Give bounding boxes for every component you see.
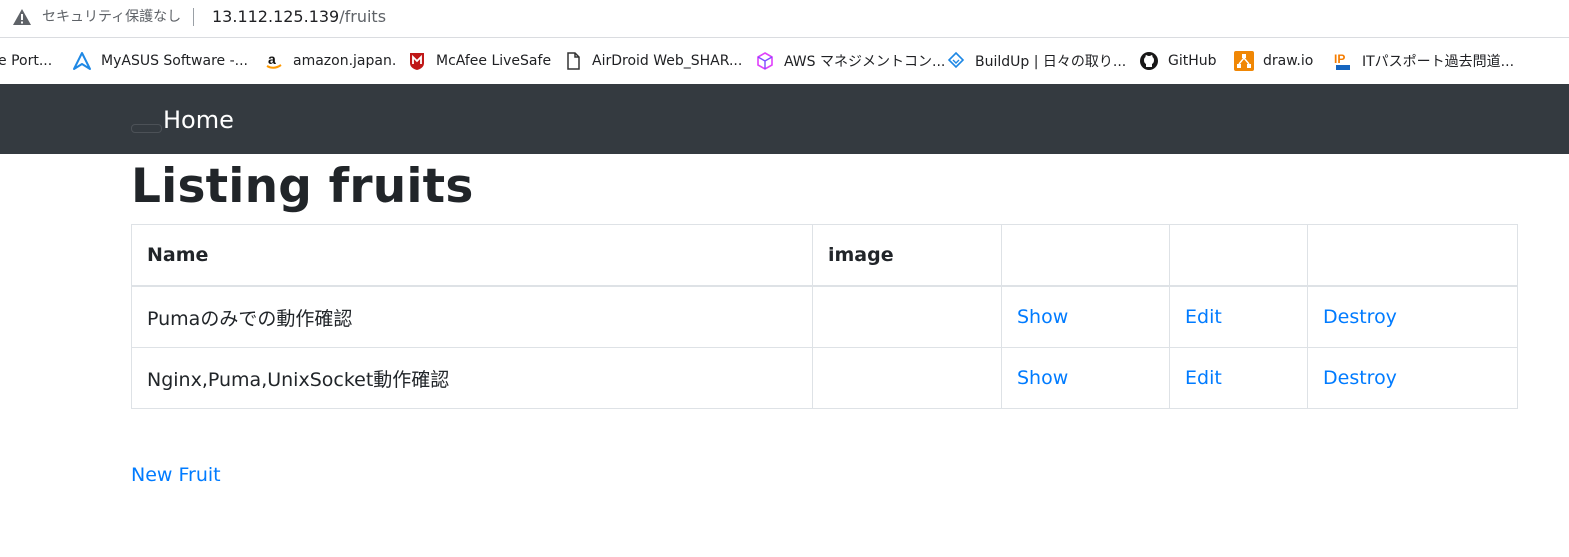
bookmarks-bar: e Port... MyASUS Software -... a amazon.… <box>0 38 1569 84</box>
url-host: 13.112.125.139 <box>212 7 340 26</box>
cell-name: Nginx,Puma,UnixSocket動作確認 <box>131 347 813 409</box>
ip-com-icon: IP <box>1333 51 1353 71</box>
table-row: Pumaのみでの動作確認 Show Edit Destroy <box>131 285 1518 348</box>
security-label[interactable]: セキュリティ保護なし <box>42 7 181 27</box>
bookmark-label: MyASUS Software -... <box>101 53 248 69</box>
svg-text:a: a <box>268 51 276 67</box>
fruits-table: Name image Pumaのみでの動作確認 Show Edit Destro… <box>131 224 1518 409</box>
bookmark-label: amazon.japan. <box>293 53 397 69</box>
cell-edit: Edit <box>1169 285 1308 348</box>
url-text[interactable]: 13.112.125.139/fruits <box>212 6 386 28</box>
destroy-link[interactable]: Destroy <box>1323 306 1397 328</box>
home-link[interactable]: Home <box>163 105 234 135</box>
bookmark-label: McAfee LiveSafe <box>436 53 552 69</box>
header-destroy <box>1307 224 1518 287</box>
page-icon <box>563 51 583 71</box>
page-title: Listing fruits <box>131 159 474 214</box>
header-image: image <box>812 224 1002 287</box>
cell-edit: Edit <box>1169 347 1308 409</box>
show-link[interactable]: Show <box>1017 306 1068 328</box>
table-header-row: Name image <box>131 224 1518 287</box>
github-icon <box>1139 51 1159 71</box>
bookmark-label: e Port... <box>0 53 53 69</box>
navbar-toggler-button[interactable] <box>131 124 162 133</box>
bookmark-amazon[interactable]: a amazon.japan. <box>264 49 396 73</box>
bookmark-aws[interactable]: AWS マネジメントコン... <box>755 49 945 73</box>
bookmark-e-port[interactable]: e Port... <box>0 49 52 73</box>
bookmark-buildup[interactable]: BuildUp | 日々の取り... <box>946 49 1126 73</box>
cell-destroy: Destroy <box>1307 347 1518 409</box>
mcafee-icon <box>407 51 427 71</box>
table-row: Nginx,Puma,UnixSocket動作確認 Show Edit Dest… <box>131 347 1518 409</box>
header-name: Name <box>131 224 813 287</box>
new-fruit-link[interactable]: New Fruit <box>131 462 221 488</box>
aws-icon <box>755 51 775 71</box>
cell-show: Show <box>1001 347 1170 409</box>
navbar: Home <box>0 84 1569 154</box>
show-link[interactable]: Show <box>1017 367 1068 389</box>
bookmark-label: AirDroid Web_SHAR... <box>592 53 743 69</box>
header-show <box>1001 224 1170 287</box>
bookmark-drawio[interactable]: draw.io <box>1234 49 1313 73</box>
svg-text:IP: IP <box>1334 52 1345 66</box>
bookmark-label: AWS マネジメントコン... <box>784 54 946 70</box>
bookmark-myasus[interactable]: MyASUS Software -... <box>72 49 248 73</box>
amazon-icon: a <box>264 51 284 71</box>
warning-icon[interactable] <box>12 7 32 27</box>
cell-image <box>812 285 1002 348</box>
bookmark-label: GitHub <box>1168 53 1217 69</box>
bookmark-label: draw.io <box>1263 53 1314 69</box>
header-edit <box>1169 224 1308 287</box>
address-bar[interactable]: セキュリティ保護なし 13.112.125.139/fruits <box>0 0 1569 38</box>
bookmark-label: ITパスポート過去問道... <box>1362 54 1515 70</box>
address-separator <box>193 8 194 26</box>
buildup-icon <box>946 51 966 71</box>
url-path: /fruits <box>339 7 387 26</box>
cell-show: Show <box>1001 285 1170 348</box>
cell-name: Pumaのみでの動作確認 <box>131 285 813 348</box>
edit-link[interactable]: Edit <box>1185 367 1222 389</box>
bookmark-github[interactable]: GitHub <box>1139 49 1217 73</box>
drawio-icon <box>1234 51 1254 71</box>
bookmark-mcafee[interactable]: McAfee LiveSafe <box>407 49 551 73</box>
bookmark-it-passport[interactable]: IP ITパスポート過去問道... <box>1333 49 1514 73</box>
destroy-link[interactable]: Destroy <box>1323 367 1397 389</box>
myasus-icon <box>72 51 92 71</box>
edit-link[interactable]: Edit <box>1185 306 1222 328</box>
cell-destroy: Destroy <box>1307 285 1518 348</box>
cell-image <box>812 347 1002 409</box>
bookmark-label: BuildUp | 日々の取り... <box>975 54 1127 70</box>
bookmark-airdroid[interactable]: AirDroid Web_SHAR... <box>563 49 742 73</box>
